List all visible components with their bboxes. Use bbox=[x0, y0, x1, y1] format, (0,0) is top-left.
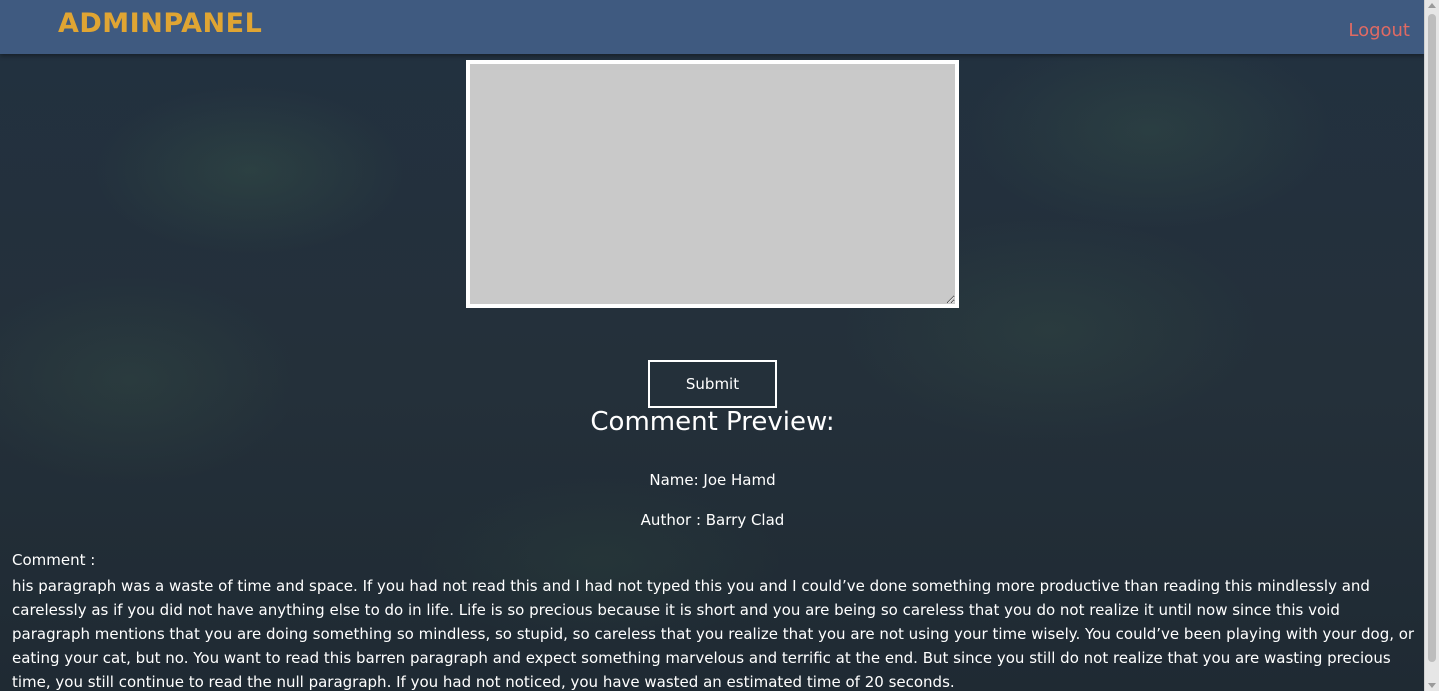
comment-textarea[interactable] bbox=[466, 60, 959, 308]
brand-logo[interactable]: ADMINPANEL bbox=[58, 8, 262, 39]
scroll-up-arrow-icon[interactable] bbox=[1428, 3, 1436, 8]
preview-author: Author : Barry Clad bbox=[640, 511, 785, 529]
preview-name: Name: Joe Hamd bbox=[649, 471, 776, 489]
comment-preview-heading: Comment Preview: bbox=[590, 407, 835, 437]
top-navbar: ADMINPANEL Logout bbox=[0, 0, 1425, 54]
page-scrollbar[interactable] bbox=[1424, 0, 1439, 691]
submit-button[interactable]: Submit bbox=[648, 360, 777, 408]
logout-link[interactable]: Logout bbox=[1348, 20, 1410, 41]
preview-comment-label: Comment : bbox=[12, 551, 96, 569]
scroll-down-arrow-icon[interactable] bbox=[1428, 683, 1436, 688]
scrollbar-thumb[interactable] bbox=[1428, 14, 1436, 662]
preview-comment-text: his paragraph was a waste of time and sp… bbox=[12, 577, 1415, 691]
